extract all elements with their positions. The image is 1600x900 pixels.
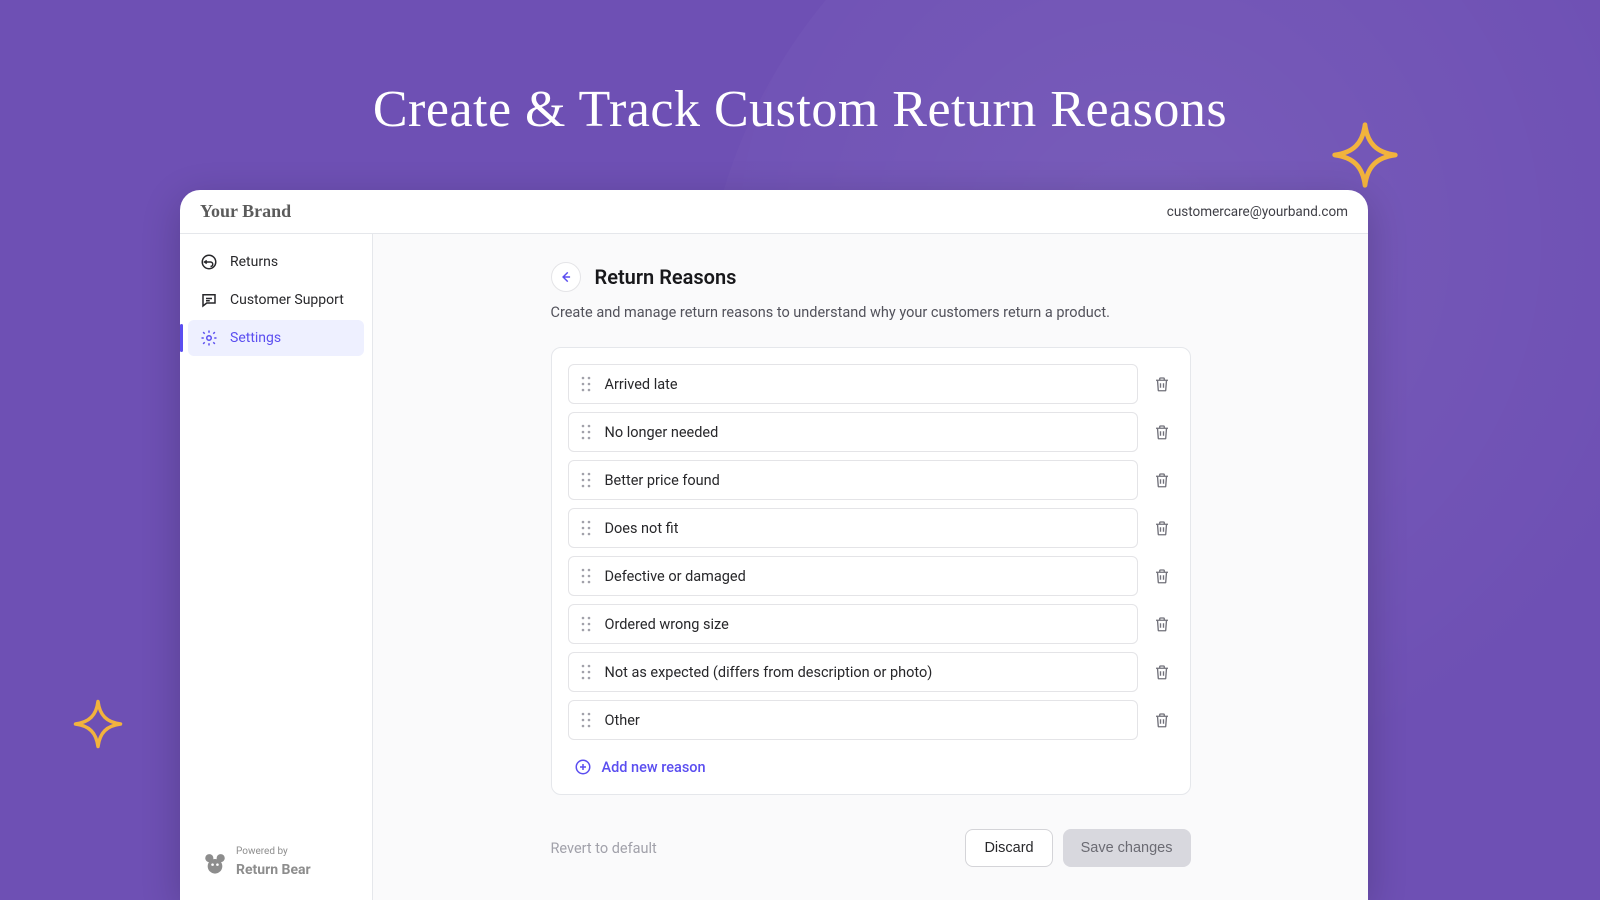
drag-handle-icon[interactable] — [581, 664, 593, 680]
add-reason-label: Add new reason — [602, 759, 706, 776]
reason-input[interactable]: No longer needed — [568, 412, 1138, 452]
drag-handle-icon[interactable] — [581, 616, 593, 632]
reason-text: Better price found — [605, 472, 720, 489]
drag-handle-icon[interactable] — [581, 424, 593, 440]
delete-reason-button[interactable] — [1150, 372, 1174, 396]
sidebar-item-returns[interactable]: Returns — [188, 244, 364, 280]
reason-row: Ordered wrong size — [568, 604, 1174, 644]
sidebar: Returns Customer Support Settings — [180, 234, 373, 900]
back-button[interactable] — [551, 262, 581, 292]
powered-by-name: Return Bear — [236, 862, 311, 878]
reason-input[interactable]: Arrived late — [568, 364, 1138, 404]
delete-reason-button[interactable] — [1150, 564, 1174, 588]
app-window: Your Brand customercare@yourband.com Ret… — [180, 190, 1368, 900]
powered-by: Powered by Return Bear — [188, 839, 364, 890]
reason-row: Defective or damaged — [568, 556, 1174, 596]
brand-logo: Your Brand — [200, 201, 291, 222]
drag-handle-icon[interactable] — [581, 376, 593, 392]
delete-reason-button[interactable] — [1150, 708, 1174, 732]
reason-row: Does not fit — [568, 508, 1174, 548]
sidebar-item-label: Returns — [230, 254, 278, 270]
returnbear-logo-icon — [202, 850, 228, 876]
trash-icon — [1153, 663, 1171, 681]
drag-handle-icon[interactable] — [581, 472, 593, 488]
add-reason-button[interactable]: Add new reason — [568, 752, 1174, 778]
trash-icon — [1153, 567, 1171, 585]
powered-by-label: Powered by — [236, 847, 311, 857]
reason-input[interactable]: Not as expected (differs from descriptio… — [568, 652, 1138, 692]
delete-reason-button[interactable] — [1150, 612, 1174, 636]
returns-icon — [200, 253, 218, 271]
main-content: Return Reasons Create and manage return … — [373, 234, 1368, 900]
trash-icon — [1153, 375, 1171, 393]
trash-icon — [1153, 423, 1171, 441]
app-header: Your Brand customercare@yourband.com — [180, 190, 1368, 234]
reason-row: Arrived late — [568, 364, 1174, 404]
reason-text: Not as expected (differs from descriptio… — [605, 664, 933, 681]
reason-text: Does not fit — [605, 520, 679, 537]
reason-row: Other — [568, 700, 1174, 740]
reason-input[interactable]: Does not fit — [568, 508, 1138, 548]
reason-text: Ordered wrong size — [605, 616, 729, 633]
delete-reason-button[interactable] — [1150, 516, 1174, 540]
sidebar-item-label: Settings — [230, 330, 281, 346]
sidebar-item-support[interactable]: Customer Support — [188, 282, 364, 318]
page-subtitle: Create and manage return reasons to unde… — [551, 304, 1191, 321]
delete-reason-button[interactable] — [1150, 660, 1174, 684]
reason-text: Arrived late — [605, 376, 678, 393]
arrow-left-icon — [559, 270, 573, 284]
reason-input[interactable]: Other — [568, 700, 1138, 740]
reason-text: No longer needed — [605, 424, 719, 441]
account-email[interactable]: customercare@yourband.com — [1167, 204, 1348, 220]
discard-button[interactable]: Discard — [965, 829, 1052, 867]
form-footer: Revert to default Discard Save changes — [551, 829, 1191, 897]
sidebar-item-label: Customer Support — [230, 292, 344, 308]
trash-icon — [1153, 471, 1171, 489]
drag-handle-icon[interactable] — [581, 520, 593, 536]
reason-input[interactable]: Ordered wrong size — [568, 604, 1138, 644]
reasons-card: Arrived late No longer needed Better price… — [551, 347, 1191, 795]
trash-icon — [1153, 519, 1171, 537]
save-button[interactable]: Save changes — [1063, 829, 1191, 867]
plus-circle-icon — [574, 758, 592, 776]
trash-icon — [1153, 711, 1171, 729]
delete-reason-button[interactable] — [1150, 468, 1174, 492]
sparkle-icon — [72, 698, 124, 750]
drag-handle-icon[interactable] — [581, 712, 593, 728]
reason-row: Not as expected (differs from descriptio… — [568, 652, 1174, 692]
reason-row: Better price found — [568, 460, 1174, 500]
reason-text: Defective or damaged — [605, 568, 746, 585]
sidebar-nav: Returns Customer Support Settings — [188, 244, 364, 356]
reason-input[interactable]: Better price found — [568, 460, 1138, 500]
drag-handle-icon[interactable] — [581, 568, 593, 584]
revert-link[interactable]: Revert to default — [551, 840, 657, 857]
page-title: Return Reasons — [595, 265, 737, 289]
sidebar-item-settings[interactable]: Settings — [188, 320, 364, 356]
chat-icon — [200, 291, 218, 309]
hero-title: Create & Track Custom Return Reasons — [0, 80, 1600, 139]
reason-text: Other — [605, 712, 640, 729]
delete-reason-button[interactable] — [1150, 420, 1174, 444]
reason-row: No longer needed — [568, 412, 1174, 452]
gear-icon — [200, 329, 218, 347]
trash-icon — [1153, 615, 1171, 633]
reason-input[interactable]: Defective or damaged — [568, 556, 1138, 596]
